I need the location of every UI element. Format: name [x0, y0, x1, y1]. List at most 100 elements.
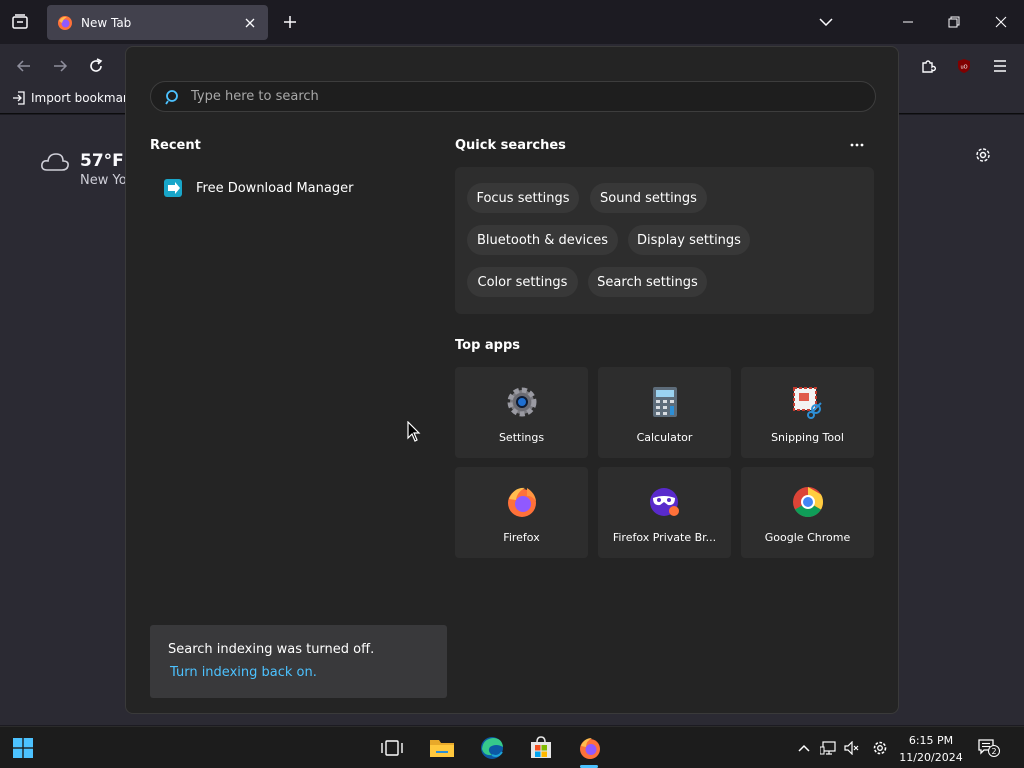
reload-icon [90, 58, 103, 72]
settings-tray-button[interactable] [871, 739, 889, 757]
app-label: Calculator [636, 431, 693, 444]
app-tile-firefox[interactable]: Firefox [455, 467, 588, 558]
volume-button[interactable] [843, 739, 861, 757]
firefox-icon [504, 484, 540, 520]
network-button[interactable] [819, 739, 837, 757]
import-icon [13, 91, 25, 105]
chevron-down-icon [819, 18, 833, 26]
network-icon [820, 741, 836, 755]
firefox-private-icon [647, 484, 683, 520]
tab-overflow-button[interactable] [814, 12, 838, 32]
chrome-icon [790, 484, 826, 520]
app-tile-firefox-private[interactable]: Firefox Private Br... [598, 467, 731, 558]
tab-new-tab[interactable]: New Tab [47, 5, 268, 40]
search-box[interactable] [150, 81, 876, 112]
search-input[interactable] [191, 89, 851, 104]
new-tab-button[interactable] [278, 10, 302, 34]
chip-display-settings[interactable]: Display settings [628, 225, 750, 255]
notification-icon: 2 [978, 739, 1000, 757]
app-tile-snipping-tool[interactable]: Snipping Tool [741, 367, 874, 458]
app-tile-settings[interactable]: Settings [455, 367, 588, 458]
quick-searches-box: Focus settings Sound settings Bluetooth … [455, 167, 874, 314]
tab-title: New Tab [81, 15, 132, 30]
firefox-icon [580, 738, 600, 759]
taskbar-file-explorer[interactable] [427, 733, 457, 763]
app-label: Firefox [503, 531, 540, 544]
windows-logo-icon [13, 738, 33, 758]
app-menu-button[interactable] [986, 52, 1014, 80]
app-label: Firefox Private Br... [612, 531, 717, 544]
close-window-button[interactable] [987, 8, 1015, 36]
reload-button[interactable] [82, 52, 110, 80]
import-bookmarks-button[interactable]: Import bookmark [12, 91, 135, 105]
task-view-button[interactable] [377, 733, 407, 763]
back-button[interactable] [10, 52, 38, 80]
plus-icon [284, 16, 296, 28]
notification-count: 2 [991, 747, 996, 756]
taskbar-microsoft-store[interactable] [526, 733, 556, 763]
turn-indexing-on-link[interactable]: Turn indexing back on. [170, 665, 429, 680]
taskbar-edge[interactable] [477, 733, 507, 763]
svg-text:uO: uO [960, 65, 967, 71]
weather-temperature: 57°F [80, 151, 124, 171]
ublock-button[interactable]: uO [950, 52, 978, 80]
weather-widget[interactable]: 57°F New Yo [40, 151, 127, 188]
microsoft-store-icon [531, 736, 551, 758]
chip-search-settings[interactable]: Search settings [588, 267, 707, 297]
chevron-up-icon [798, 744, 810, 752]
ublock-origin-icon: uO [958, 59, 970, 73]
folder-icon [430, 740, 454, 757]
gear-icon [976, 148, 990, 162]
restore-icon [948, 16, 960, 28]
settings-gear-icon [504, 384, 540, 420]
start-button[interactable] [8, 733, 38, 763]
personalize-button[interactable] [971, 143, 995, 167]
minimize-icon [903, 21, 913, 23]
import-bookmarks-label: Import bookmark [31, 91, 135, 105]
hamburger-menu-icon [994, 60, 1006, 72]
indexing-notice-text: Search indexing was turned off. [168, 642, 375, 657]
top-apps-heading: Top apps [455, 338, 521, 353]
show-hidden-icons-button[interactable] [795, 739, 813, 757]
chip-bluetooth-devices[interactable]: Bluetooth & devices [467, 225, 618, 255]
app-tile-calculator[interactable]: Calculator [598, 367, 731, 458]
more-options-button[interactable] [844, 135, 870, 155]
more-horizontal-icon [850, 143, 864, 147]
app-label: Settings [498, 431, 545, 444]
app-tile-google-chrome[interactable]: Google Chrome [741, 467, 874, 558]
notifications-button[interactable]: 2 [978, 739, 1000, 757]
app-label: Google Chrome [764, 531, 851, 544]
list-all-tabs-button[interactable] [6, 8, 34, 36]
tab-list-icon [12, 14, 28, 29]
minimize-button[interactable] [894, 8, 922, 36]
firefox-icon [58, 15, 72, 30]
recent-heading: Recent [150, 138, 201, 153]
forward-button[interactable] [46, 52, 74, 80]
taskbar-clock[interactable]: 6:15 PM 11/20/2024 [898, 732, 964, 766]
gear-icon [873, 741, 887, 755]
free-download-manager-icon [164, 179, 182, 197]
puzzle-icon [922, 60, 936, 73]
weather-location: New Yo [80, 173, 127, 188]
extensions-button[interactable] [914, 52, 942, 80]
indexing-notice: Search indexing was turned off. Turn ind… [150, 625, 447, 698]
windows-search-panel: Recent Free Download Manager Quick searc… [125, 46, 899, 714]
search-icon [165, 89, 178, 104]
recent-item-free-download-manager[interactable]: Free Download Manager [162, 177, 353, 199]
taskbar-firefox[interactable] [575, 733, 605, 763]
snipping-tool-icon [790, 384, 826, 420]
chip-sound-settings[interactable]: Sound settings [590, 183, 707, 213]
restore-button[interactable] [940, 8, 968, 36]
chip-focus-settings[interactable]: Focus settings [467, 183, 579, 213]
chip-color-settings[interactable]: Color settings [467, 267, 578, 297]
edge-icon [481, 737, 503, 759]
quick-searches-heading: Quick searches [455, 138, 566, 153]
close-tab-button[interactable] [242, 15, 258, 31]
arrow-left-icon [16, 60, 30, 72]
app-label: Snipping Tool [771, 431, 844, 444]
recent-item-label: Free Download Manager [196, 180, 354, 196]
speaker-muted-icon [844, 741, 859, 755]
close-icon [245, 18, 255, 27]
calculator-icon [647, 384, 683, 420]
tab-bar: New Tab [0, 0, 1024, 44]
